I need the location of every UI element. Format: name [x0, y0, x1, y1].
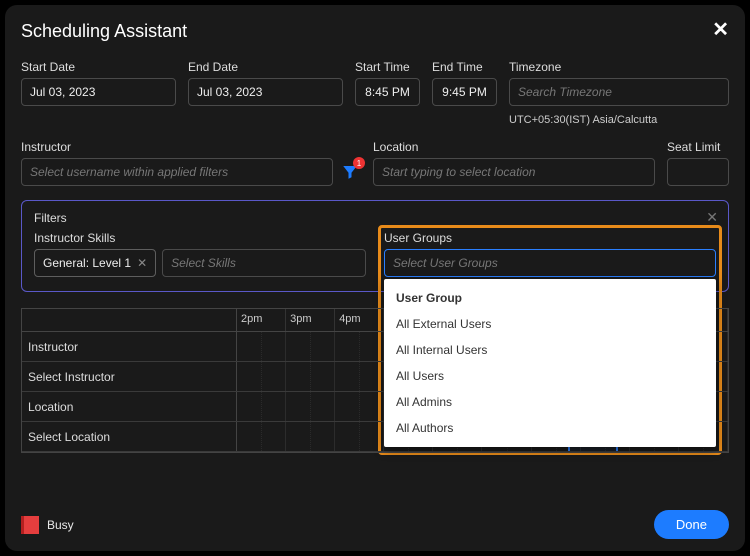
filters-title: Filters	[34, 211, 716, 225]
end-time-value: 9:45 PM	[442, 85, 487, 99]
done-button[interactable]: Done	[654, 510, 729, 539]
modal-title: Scheduling Assistant	[21, 21, 729, 42]
start-time-input[interactable]: 8:45 PM	[355, 78, 420, 106]
timeline-hour: 2pm	[237, 309, 286, 331]
timeline-row-label: Instructor	[22, 332, 237, 361]
timeline-slot[interactable]	[237, 362, 286, 391]
timeline-slot[interactable]	[286, 422, 335, 451]
dropdown-item[interactable]: All Authors	[384, 415, 716, 441]
skill-chip-text: General: Level 1	[43, 256, 131, 270]
busy-label: Busy	[47, 518, 74, 532]
timeline-row-label: Select Instructor	[22, 362, 237, 391]
timeline-hour: 4pm	[335, 309, 384, 331]
timeline-slot[interactable]	[286, 332, 335, 361]
timeline-slot[interactable]	[335, 332, 384, 361]
timeline-row-label: Select Location	[22, 422, 237, 451]
dropdown-item[interactable]: All External Users	[384, 311, 716, 337]
skills-input[interactable]: Select Skills	[162, 249, 366, 277]
seat-limit-input[interactable]	[667, 158, 729, 186]
location-label: Location	[373, 140, 655, 154]
legend: Busy	[21, 516, 74, 534]
timeline-hour: 3pm	[286, 309, 335, 331]
start-date-value: Jul 03, 2023	[30, 85, 95, 99]
filter-badge: 1	[353, 157, 365, 169]
close-icon[interactable]: ✕	[712, 17, 729, 42]
timeline-slot[interactable]	[286, 362, 335, 391]
skills-label: Instructor Skills	[34, 231, 366, 245]
user-groups-input[interactable]: Select User Groups	[384, 249, 716, 277]
filters-panel: Filters ✕ Instructor Skills General: Lev…	[21, 200, 729, 292]
dropdown-item[interactable]: All Users	[384, 363, 716, 389]
timeline-slot[interactable]	[335, 392, 384, 421]
start-time-value: 8:45 PM	[365, 85, 410, 99]
filter-icon[interactable]: 1	[339, 161, 361, 183]
start-time-label: Start Time	[355, 60, 420, 74]
timeline-slot[interactable]	[335, 362, 384, 391]
end-date-label: End Date	[188, 60, 343, 74]
timeline-slot[interactable]	[237, 392, 286, 421]
instructor-label: Instructor	[21, 140, 361, 154]
filters-close-icon[interactable]: ✕	[706, 209, 718, 226]
chip-remove-icon[interactable]: ✕	[137, 256, 147, 270]
end-date-value: Jul 03, 2023	[197, 85, 262, 99]
timeline-slot[interactable]	[286, 392, 335, 421]
timeline-slot[interactable]	[237, 422, 286, 451]
end-time-input[interactable]: 9:45 PM	[432, 78, 497, 106]
timezone-input[interactable]: Search Timezone	[509, 78, 729, 106]
scheduling-assistant-modal: Scheduling Assistant ✕ Start Date Jul 03…	[5, 5, 745, 551]
seat-limit-label: Seat Limit	[667, 140, 729, 154]
dropdown-item[interactable]: All Internal Users	[384, 337, 716, 363]
timeline-slot[interactable]	[237, 332, 286, 361]
modal-footer: Busy Done	[21, 510, 729, 539]
date-time-row: Start Date Jul 03, 2023 End Date Jul 03,…	[21, 60, 729, 126]
user-groups-dropdown: User Group All External Users All Intern…	[384, 279, 716, 447]
dropdown-header: User Group	[384, 285, 716, 311]
timezone-label: Timezone	[509, 60, 729, 74]
skill-chip[interactable]: General: Level 1 ✕	[34, 249, 156, 277]
location-input[interactable]: Start typing to select location	[373, 158, 655, 186]
end-time-label: End Time	[432, 60, 497, 74]
instructor-location-row: Instructor Select username within applie…	[21, 140, 729, 186]
end-date-input[interactable]: Jul 03, 2023	[188, 78, 343, 106]
start-date-input[interactable]: Jul 03, 2023	[21, 78, 176, 106]
start-date-label: Start Date	[21, 60, 176, 74]
busy-swatch	[21, 516, 39, 534]
timeline-slot[interactable]	[335, 422, 384, 451]
timezone-note: UTC+05:30(IST) Asia/Calcutta	[509, 114, 729, 126]
instructor-input[interactable]: Select username within applied filters	[21, 158, 333, 186]
timeline-row-label: Location	[22, 392, 237, 421]
user-groups-label: User Groups	[384, 231, 716, 245]
dropdown-item[interactable]: All Admins	[384, 389, 716, 415]
